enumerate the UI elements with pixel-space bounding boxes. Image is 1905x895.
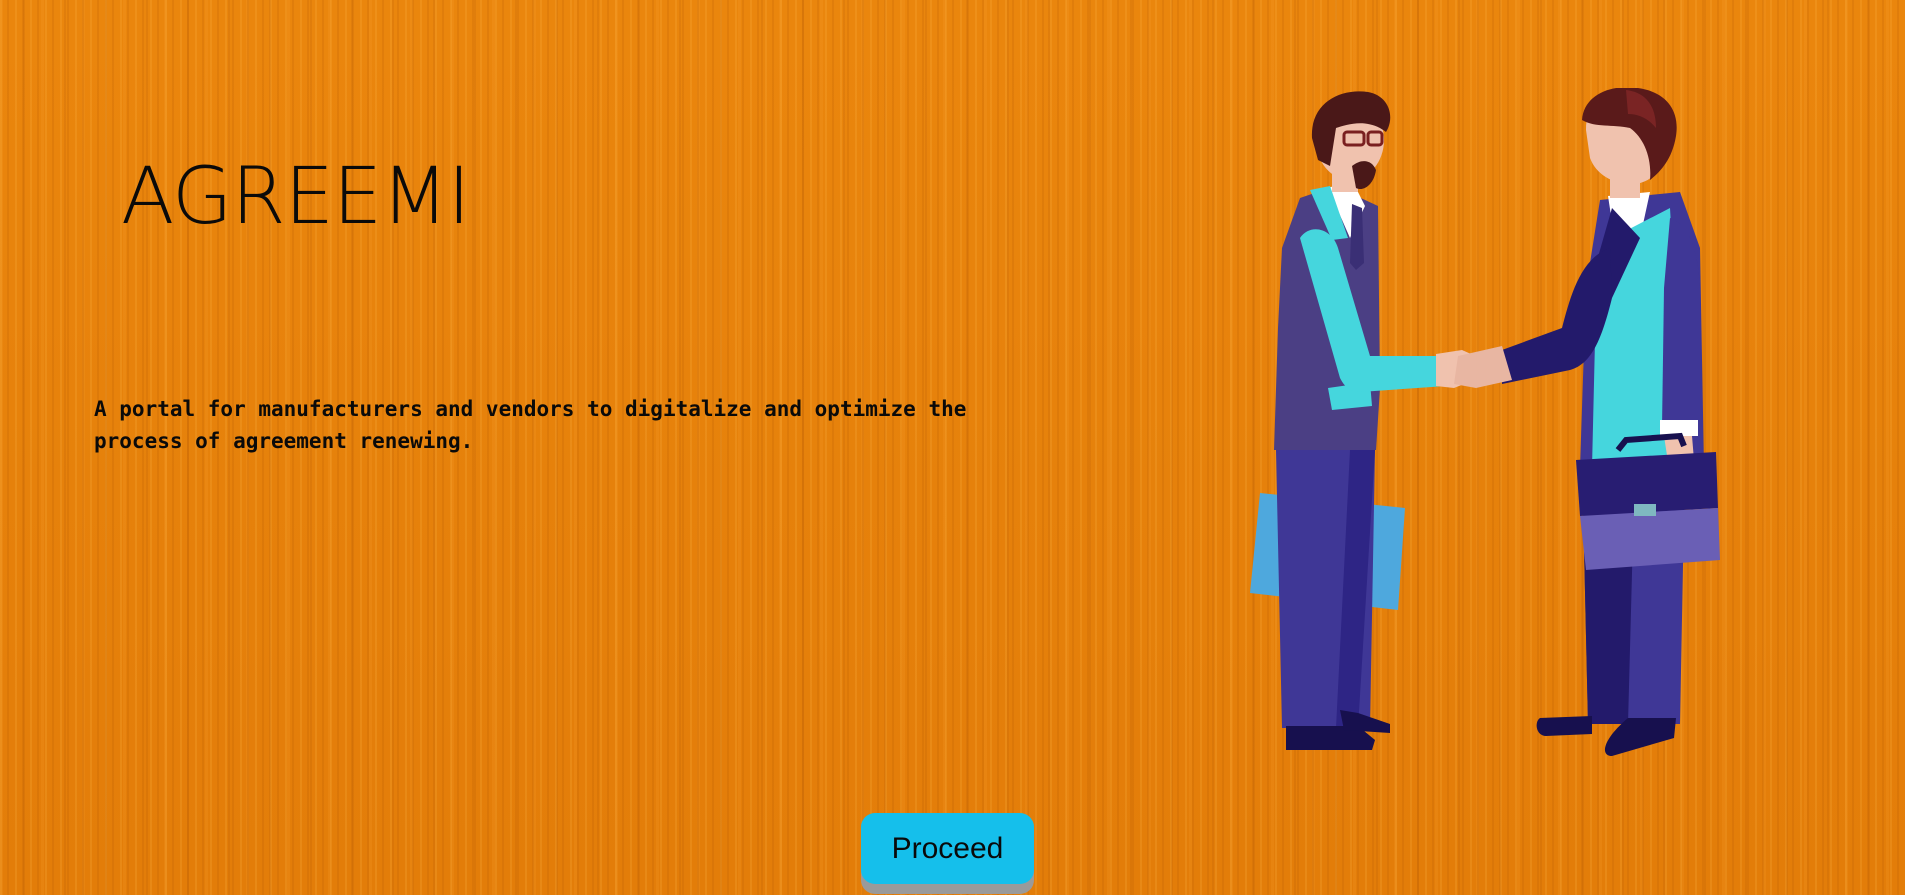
right-businessman	[1454, 88, 1720, 756]
left-businessman	[1250, 91, 1480, 750]
handshake-businessmen-illustration	[1250, 88, 1720, 756]
app-tagline: A portal for manufacturers and vendors t…	[94, 397, 967, 453]
proceed-button[interactable]: Proceed	[861, 813, 1034, 884]
app-title: AGREEMI	[121, 152, 470, 242]
